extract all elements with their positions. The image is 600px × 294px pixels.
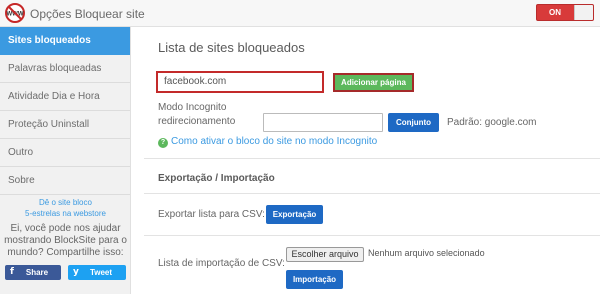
set-redirect-button[interactable]: Conjunto — [388, 113, 439, 132]
choose-file-button[interactable]: Escolher arquivo — [286, 247, 364, 262]
redirect-url-input[interactable] — [263, 113, 383, 132]
sidebar-item-about[interactable]: Sobre — [0, 167, 130, 195]
main-content: Lista de sites bloqueados facebook.com A… — [132, 27, 600, 294]
sidebar-item-other[interactable]: Outro — [0, 139, 130, 167]
export-button[interactable]: Exportação — [266, 205, 323, 224]
sidebar-item-blocked-sites[interactable]: Sites bloqueados — [0, 27, 130, 55]
facebook-share-button[interactable]: f Share — [5, 265, 61, 280]
sidebar-item-blocked-words[interactable]: Palavras bloqueadas — [0, 55, 130, 83]
toggle-on-label: ON — [549, 8, 561, 17]
default-redirect-text: Padrão: google.com — [447, 117, 537, 128]
incognito-help-text: Como ativar o bloco do site no modo Inco… — [171, 136, 378, 147]
toggle-knob — [574, 5, 593, 20]
add-page-button[interactable]: Adicionar página — [333, 73, 414, 92]
file-status-text: Nenhum arquivo selecionado — [368, 248, 485, 258]
import-button[interactable]: Importação — [286, 270, 343, 289]
import-csv-label: Lista de importação de CSV: — [158, 258, 285, 269]
section-divider — [144, 235, 600, 236]
rate-link-line2: 5-estrelas na webstore — [25, 209, 106, 218]
share-request-text: Ei, você pode nos ajudar mostrando Block… — [4, 223, 127, 258]
export-csv-label: Exportar lista para CSV: — [158, 209, 265, 220]
twitter-share-label: Tweet — [89, 268, 113, 277]
twitter-share-button[interactable]: y Tweet — [68, 265, 126, 280]
incognito-label-line2: redirecionamento — [158, 116, 236, 127]
page-title: Lista de sites bloqueados — [158, 40, 305, 55]
sidebar-item-day-time-activity[interactable]: Atividade Dia e Hora — [0, 83, 130, 111]
incognito-help-link[interactable]: ? Como ativar o bloco do site no modo Inc… — [158, 136, 377, 148]
section-divider — [144, 158, 600, 159]
facebook-share-label: Share — [25, 268, 49, 277]
share-buttons: f Share y Tweet — [5, 265, 126, 280]
section-divider — [144, 193, 600, 194]
extension-toggle[interactable]: ON — [536, 4, 594, 21]
rate-link-line1: Dê o site bloco — [39, 198, 92, 207]
sidebar: Sites bloqueados Palavras bloqueadas Ati… — [0, 27, 131, 294]
app-title: Opções Bloquear site — [30, 7, 145, 21]
question-circle-icon: ? — [158, 138, 168, 148]
sidebar-item-uninstall-protection[interactable]: Proteção Uninstall — [0, 111, 130, 139]
incognito-label-line1: Modo Incognito — [158, 102, 227, 113]
blocked-url-input[interactable]: facebook.com — [156, 71, 324, 93]
promo-block: Dê o site bloco 5-estrelas na webstore E… — [0, 197, 131, 259]
app-header: WWW Opções Bloquear site ON — [0, 0, 600, 27]
no-www-logo-icon: WWW — [5, 3, 25, 23]
incognito-redirect-label: Modo Incognito redirecionamento — [158, 101, 235, 129]
rate-webstore-link[interactable]: Dê o site bloco 5-estrelas na webstore — [0, 197, 131, 219]
export-import-title: Exportação / Importação — [158, 173, 275, 184]
